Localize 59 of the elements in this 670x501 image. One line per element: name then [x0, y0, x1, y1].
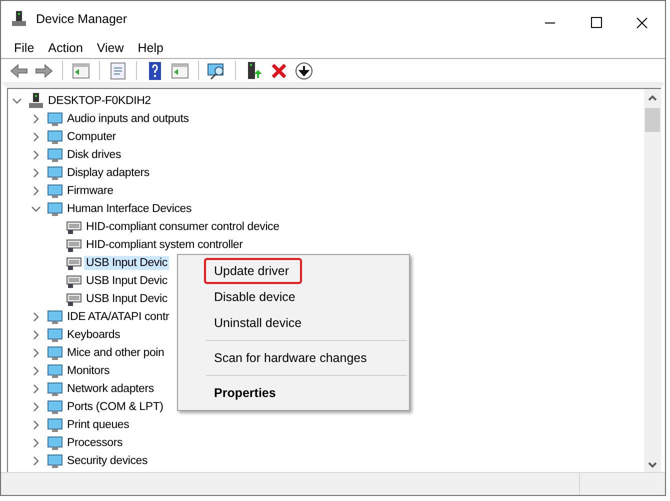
- app-icon: [10, 10, 28, 28]
- tree-item[interactable]: Monitors: [65, 364, 112, 378]
- device-icon: [66, 273, 82, 289]
- tree-item[interactable]: Ports (COM & LPT): [65, 400, 166, 414]
- tree-item[interactable]: USB Input Devic: [84, 292, 170, 306]
- device-icon: [47, 165, 63, 181]
- context-menu-item[interactable]: Update driver: [204, 258, 302, 284]
- device-icon: [47, 399, 63, 415]
- panel-icon[interactable]: [170, 60, 190, 80]
- device-icon: [47, 201, 63, 217]
- context-menu-item[interactable]: Scan for hardware changes: [204, 345, 377, 371]
- tree-item[interactable]: Audio inputs and outputs: [65, 112, 191, 126]
- menu-item[interactable]: File: [7, 39, 42, 57]
- device-icon: [47, 309, 63, 325]
- tree-item[interactable]: IDE ATA/ATAPI contr: [65, 310, 172, 324]
- device-icon: [47, 345, 63, 361]
- device-icon: [66, 219, 82, 235]
- device-icon: [47, 435, 63, 451]
- device-icon: [47, 327, 63, 343]
- device-icon: [47, 111, 63, 127]
- tree-item[interactable]: Print queues: [65, 418, 132, 432]
- tree-item[interactable]: Disk drives: [65, 148, 124, 162]
- device-icon: [47, 147, 63, 163]
- scroll-thumb[interactable]: [645, 108, 660, 132]
- context-menu-item[interactable]: Properties: [204, 380, 286, 406]
- device-icon: [47, 183, 63, 199]
- menu-item[interactable]: View: [90, 39, 131, 57]
- device-icon: [66, 291, 82, 307]
- context-menu-item[interactable]: Uninstall device: [204, 310, 312, 336]
- tree-item[interactable]: HID-compliant system controller: [84, 238, 245, 252]
- tree-item[interactable]: Firmware: [65, 184, 116, 198]
- tree-item[interactable]: Display adapters: [65, 166, 152, 180]
- tree-item[interactable]: USB Input Devic: [84, 256, 170, 270]
- properties-icon[interactable]: [108, 60, 128, 80]
- tree-item[interactable]: Security devices: [65, 454, 150, 468]
- device-icon: [47, 453, 63, 469]
- tree-item[interactable]: Human Interface Devices: [65, 202, 194, 216]
- menu-item[interactable]: Action: [41, 39, 90, 57]
- context-menu-item[interactable]: Disable device: [204, 284, 306, 310]
- scrollbar[interactable]: [644, 88, 661, 472]
- device-icon: [47, 381, 63, 397]
- tree-item[interactable]: USB Input Devic: [84, 274, 170, 288]
- menu-item[interactable]: Help: [130, 39, 170, 57]
- tree-item[interactable]: Mice and other poin: [65, 346, 166, 360]
- device-icon: [47, 417, 63, 433]
- download-icon[interactable]: [294, 60, 314, 80]
- device-icon: [28, 93, 44, 109]
- device-icon: [47, 129, 63, 145]
- window-title: Device Manager: [36, 12, 128, 26]
- device-icon: [47, 363, 63, 379]
- tree-item[interactable]: HID-compliant consumer control device: [84, 220, 282, 234]
- tree-item[interactable]: DESKTOP-F0KDIH2: [46, 94, 153, 108]
- tree-item[interactable]: Keyboards: [65, 328, 122, 342]
- tree-item[interactable]: Processors: [65, 436, 125, 450]
- console-icon[interactable]: [71, 60, 91, 80]
- device-icon: [66, 237, 82, 253]
- tree-item[interactable]: Computer: [65, 130, 118, 144]
- device-icon: [66, 255, 82, 271]
- tree-item[interactable]: Network adapters: [65, 382, 156, 396]
